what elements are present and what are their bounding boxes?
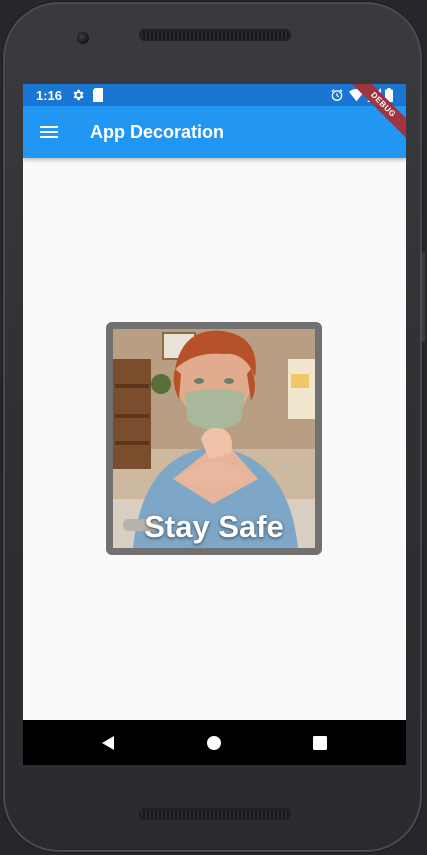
navigation-bar — [23, 720, 406, 765]
home-icon — [207, 736, 221, 750]
phone-frame: 1:16 App Decoration DEBUG Stay Safe — [3, 2, 425, 852]
back-button[interactable] — [98, 733, 118, 753]
stay-safe-card: Stay Safe — [106, 322, 322, 555]
home-button[interactable] — [205, 734, 223, 752]
phone-screen: 1:16 App Decoration DEBUG Stay Safe — [23, 84, 406, 765]
sd-card-icon — [93, 88, 103, 102]
menu-button[interactable] — [37, 120, 61, 144]
recents-icon — [313, 736, 327, 750]
card-caption: Stay Safe — [144, 509, 284, 544]
back-icon — [102, 736, 114, 750]
child-wearing-mask-photo: Stay Safe — [113, 329, 315, 548]
app-title: App Decoration — [90, 122, 225, 142]
alarm-icon — [331, 89, 343, 101]
top-speaker — [139, 29, 291, 41]
front-camera — [77, 32, 89, 44]
bottom-speaker — [139, 808, 291, 820]
status-bar: 1:16 — [23, 84, 406, 106]
recents-button[interactable] — [311, 734, 329, 752]
status-time: 1:16 — [36, 88, 63, 103]
hamburger-menu-icon — [40, 126, 58, 138]
phone-side-button — [422, 252, 425, 342]
app-bar: App Decoration — [23, 106, 406, 158]
settings-icon — [73, 89, 84, 101]
